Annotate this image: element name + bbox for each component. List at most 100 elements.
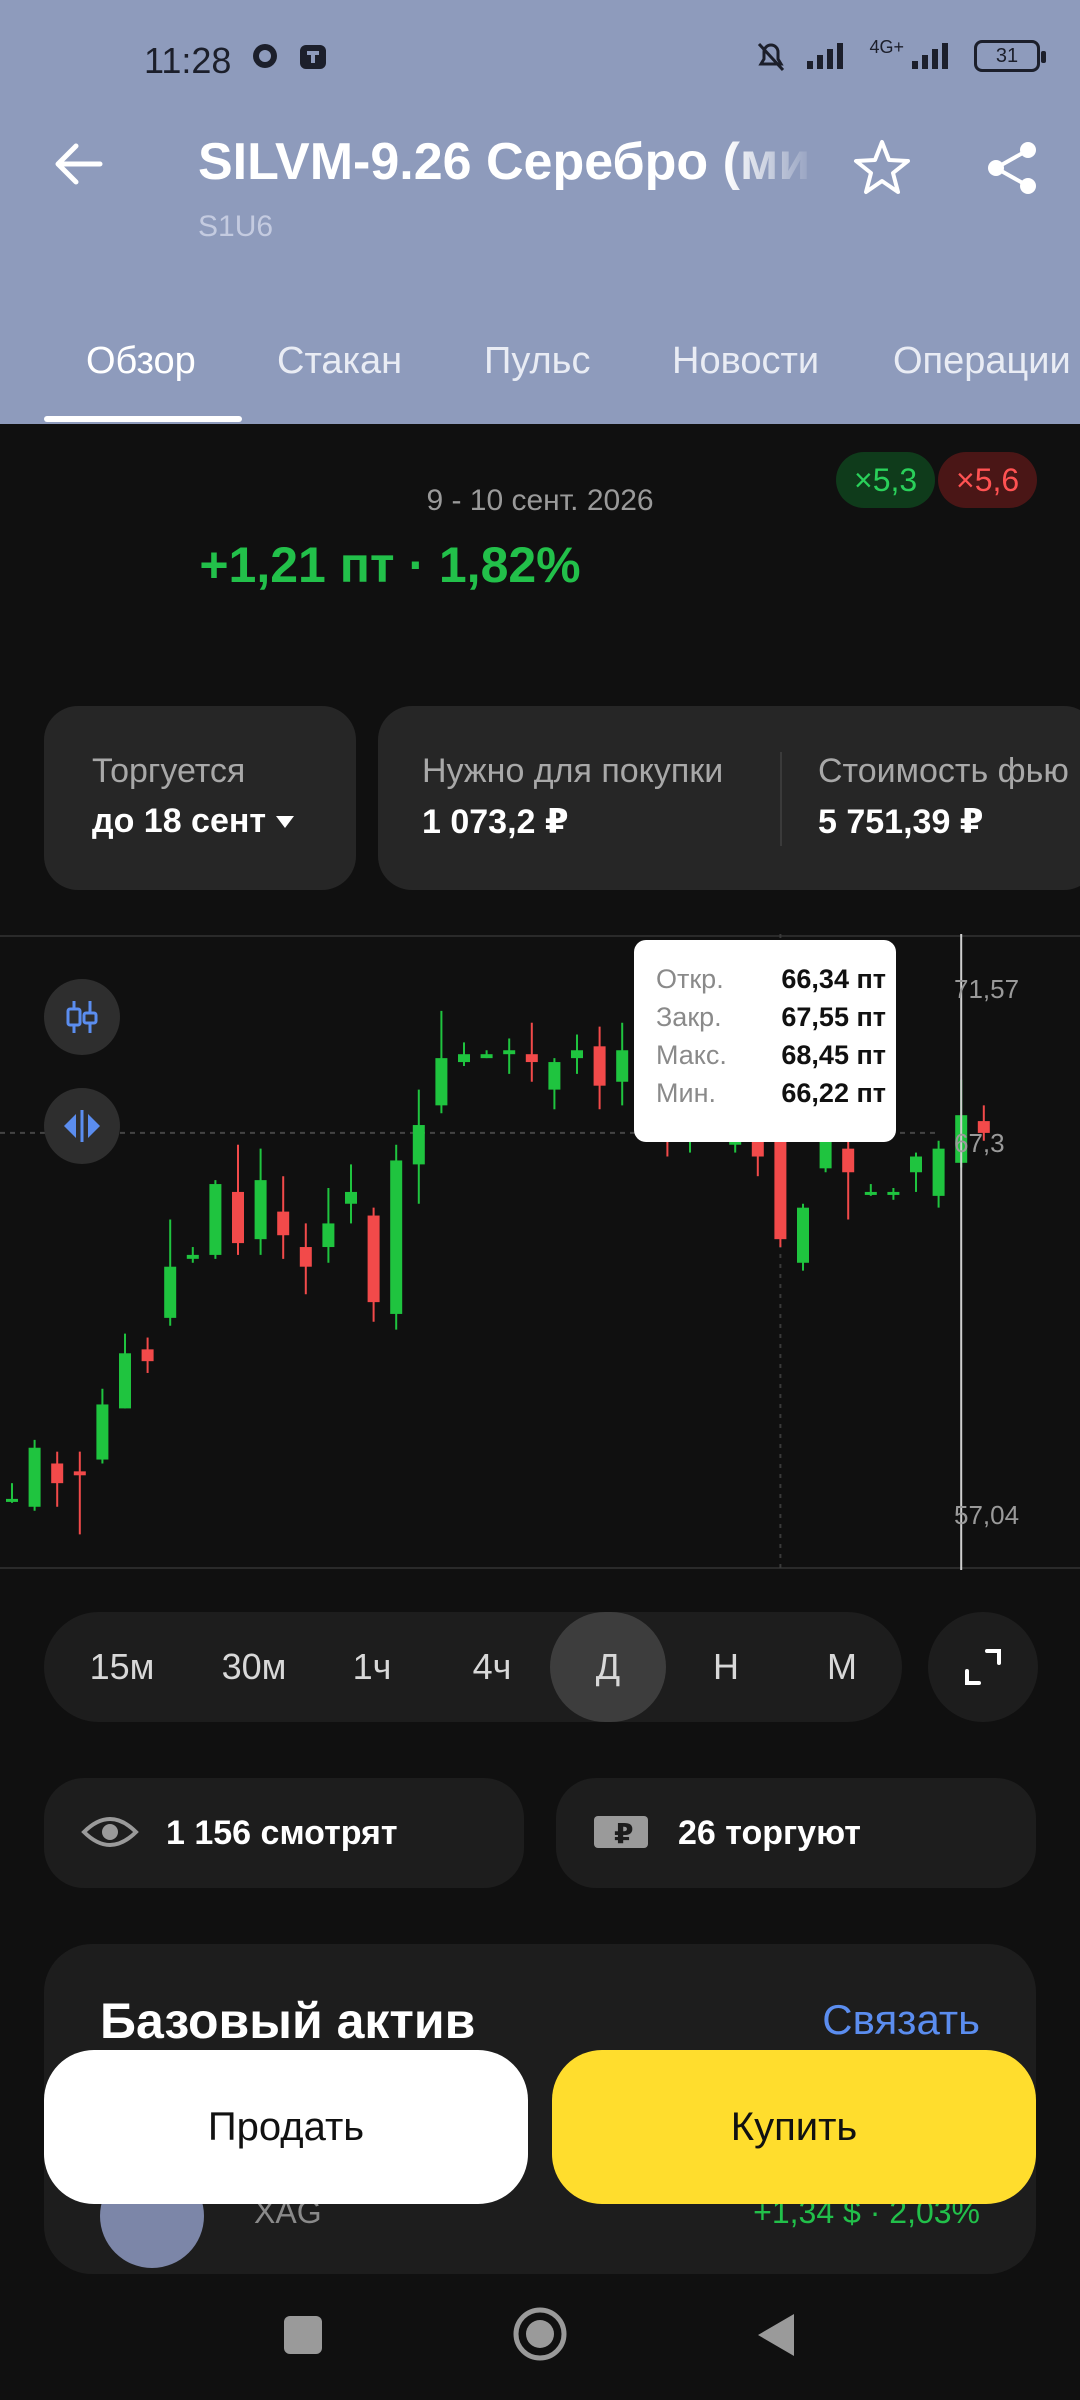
candlestick-chart[interactable] bbox=[0, 934, 1080, 1570]
y-tick-bottom: 57,04 bbox=[954, 1500, 1020, 1530]
candle-body bbox=[232, 1191, 244, 1244]
candle[interactable] bbox=[503, 1038, 516, 1074]
eye-icon bbox=[81, 1817, 139, 1847]
candle[interactable] bbox=[232, 1144, 244, 1255]
candle-body bbox=[435, 1058, 448, 1106]
tooltip-low-value: 66,22 пт bbox=[781, 1078, 886, 1108]
candle[interactable] bbox=[96, 1388, 109, 1464]
svg-text:₽: ₽ bbox=[614, 1817, 633, 1850]
candle[interactable] bbox=[548, 1058, 561, 1110]
y-tick-top: 71,57 bbox=[954, 974, 1020, 1004]
candle[interactable] bbox=[73, 1451, 86, 1535]
watching-stat[interactable]: 1 156 смотрят bbox=[44, 1778, 524, 1888]
home-icon[interactable] bbox=[510, 2304, 570, 2364]
tooltip-open-row: Откр. 66,34 пт bbox=[656, 964, 886, 995]
candle[interactable] bbox=[458, 1042, 470, 1066]
link-asset-button[interactable]: Связать bbox=[822, 1996, 980, 2044]
candles-mode-button[interactable] bbox=[44, 979, 120, 1055]
tab-orderbook[interactable]: Стакан bbox=[277, 340, 402, 383]
candle[interactable] bbox=[480, 1050, 493, 1059]
candle-body bbox=[458, 1054, 470, 1063]
candle-tooltip: Откр. 66,34 пт Закр. 67,55 пт Макс. 68,45 п… bbox=[634, 940, 896, 1142]
arrow-left-icon[interactable] bbox=[46, 132, 110, 196]
candle[interactable] bbox=[141, 1337, 154, 1373]
tab-overview[interactable]: Обзор bbox=[86, 340, 196, 383]
ruble-ticket-icon: ₽ bbox=[594, 1816, 648, 1850]
bell-muted-icon bbox=[758, 42, 785, 72]
candle[interactable] bbox=[842, 1132, 855, 1220]
candle-body bbox=[96, 1404, 109, 1460]
sell-button[interactable]: Продать bbox=[44, 2050, 528, 2204]
tooltip-close-label: Закр. bbox=[656, 1002, 722, 1032]
timeframe-selector: 15м 30м 1ч 4ч Д Н М bbox=[44, 1612, 902, 1722]
candle[interactable] bbox=[616, 1022, 629, 1106]
candle[interactable] bbox=[209, 1180, 222, 1259]
candle[interactable] bbox=[322, 1188, 335, 1263]
candle[interactable] bbox=[910, 1152, 922, 1192]
network-type: 4G+ bbox=[869, 36, 904, 57]
timeframe-1h[interactable]: 1ч bbox=[334, 1612, 410, 1722]
candle-body bbox=[119, 1353, 131, 1409]
candle-body bbox=[571, 1050, 583, 1059]
compare-button[interactable] bbox=[44, 1088, 120, 1164]
ticker-label: S1U6 bbox=[198, 210, 274, 243]
candle[interactable] bbox=[119, 1333, 131, 1409]
expand-chart-button[interactable] bbox=[928, 1612, 1038, 1722]
timeframe-4h[interactable]: 4ч bbox=[454, 1612, 530, 1722]
tooltip-close-value: 67,55 пт bbox=[781, 1002, 886, 1032]
candle[interactable] bbox=[164, 1219, 177, 1326]
candle[interactable] bbox=[6, 1483, 18, 1503]
tab-operations[interactable]: Операции bbox=[893, 340, 1071, 383]
leverage-short-badge[interactable]: ×5,6 bbox=[938, 452, 1038, 508]
candle[interactable] bbox=[51, 1451, 64, 1507]
trading-count: 26 торгуют bbox=[678, 1814, 861, 1852]
candle[interactable] bbox=[186, 1247, 199, 1263]
candle-body bbox=[503, 1050, 516, 1055]
candle[interactable] bbox=[525, 1022, 538, 1082]
timeframe-week[interactable]: Н bbox=[688, 1612, 764, 1722]
candle[interactable] bbox=[367, 1207, 380, 1322]
candle[interactable] bbox=[345, 1164, 357, 1224]
signal-icon-2 bbox=[912, 43, 948, 69]
trading-until-card[interactable]: Торгуется до 18 сент bbox=[44, 706, 356, 890]
trading-stat[interactable]: ₽ 26 торгуют bbox=[556, 1778, 1036, 1888]
tooltip-high-row: Макс. 68,45 пт bbox=[656, 1040, 886, 1071]
recent-apps-icon[interactable] bbox=[282, 2314, 324, 2356]
candle[interactable] bbox=[864, 1184, 877, 1196]
tab-bar: Обзор Стакан Пульс Новости Операции bbox=[0, 330, 1080, 424]
timeframe-30m[interactable]: 30м bbox=[214, 1612, 294, 1722]
candle[interactable] bbox=[593, 1026, 606, 1110]
candle[interactable] bbox=[412, 1089, 425, 1204]
timeframe-month[interactable]: М bbox=[804, 1612, 880, 1722]
watching-count: 1 156 смотрят bbox=[166, 1814, 398, 1852]
candle[interactable] bbox=[932, 1140, 945, 1208]
leverage-long-badge[interactable]: ×5,3 bbox=[836, 452, 936, 508]
candle[interactable] bbox=[797, 1203, 809, 1271]
candle[interactable] bbox=[277, 1176, 290, 1259]
star-icon[interactable] bbox=[850, 136, 914, 200]
candle-body bbox=[277, 1211, 290, 1236]
battery-indicator: 31 bbox=[974, 40, 1046, 72]
candle[interactable] bbox=[390, 1144, 403, 1330]
cost-label: Стоимость фью bbox=[818, 752, 1069, 790]
buy-button[interactable]: Купить bbox=[552, 2050, 1036, 2204]
candle[interactable] bbox=[887, 1188, 900, 1200]
app-header: 11:28 4G+ 31 SILVM-9.26 Серебро (ми S1U6… bbox=[0, 0, 1080, 424]
status-right: 4G+ 31 bbox=[753, 36, 1046, 74]
timeframe-day[interactable]: Д bbox=[550, 1612, 666, 1722]
tab-news[interactable]: Новости bbox=[672, 340, 819, 383]
tooltip-close-row: Закр. 67,55 пт bbox=[656, 1002, 886, 1033]
price-chart[interactable]: 71,57 67,3 57,04 bbox=[0, 934, 1080, 1570]
candle[interactable] bbox=[299, 1223, 312, 1295]
candle[interactable] bbox=[435, 1010, 448, 1114]
candle[interactable] bbox=[571, 1034, 583, 1074]
back-nav-icon[interactable] bbox=[754, 2310, 798, 2360]
candle[interactable] bbox=[28, 1439, 41, 1511]
timeframe-15m[interactable]: 15м bbox=[84, 1612, 160, 1722]
tab-active-indicator bbox=[44, 416, 242, 422]
share-icon[interactable] bbox=[980, 136, 1044, 200]
candles-icon bbox=[66, 1001, 98, 1033]
candle-body bbox=[254, 1180, 267, 1240]
candle[interactable] bbox=[254, 1148, 267, 1255]
tab-pulse[interactable]: Пульс bbox=[484, 340, 590, 383]
